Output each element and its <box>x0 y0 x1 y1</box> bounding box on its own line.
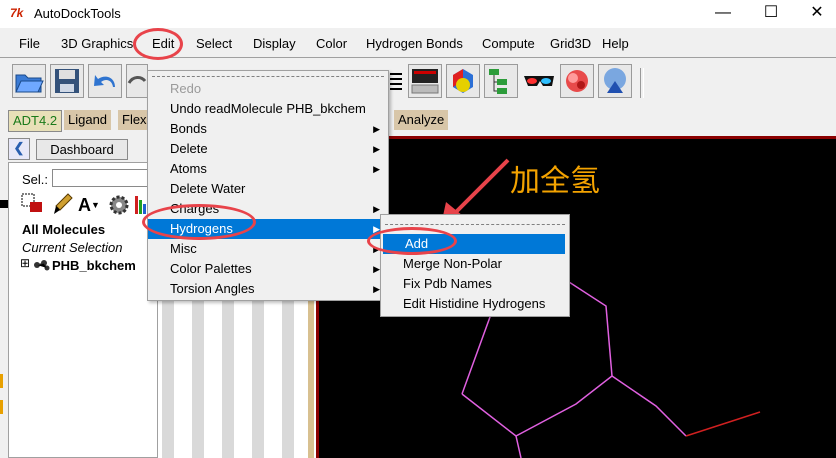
submenu-arrow-icon: ▶ <box>373 124 380 134</box>
undo-arrow-icon <box>94 75 115 87</box>
current-selection-label: Current Selection <box>22 240 123 255</box>
settings-button[interactable] <box>106 192 132 218</box>
menu-hydrogen-bonds[interactable]: Hydrogen Bonds <box>366 36 463 51</box>
edit-menu: Redo Undo readMolecule PHB_bkchem Bonds ▶… <box>147 70 389 301</box>
edit-menu-item-undo[interactable]: Undo readMolecule PHB_bkchem <box>148 99 386 119</box>
brush-button[interactable] <box>50 192 74 218</box>
hydrogens-submenu-item-edit-histidine[interactable]: Edit Histidine Hydrogens <box>381 294 567 314</box>
redo-button[interactable] <box>126 64 148 98</box>
highlight-ring-edit <box>133 28 183 60</box>
edit-menu-item-torsion-angles[interactable]: Torsion Angles ▶ <box>148 279 386 299</box>
clear-selection-button[interactable] <box>20 192 48 218</box>
molecule-icon <box>33 259 51 271</box>
toolbar-separator <box>640 68 644 98</box>
paint-brush-icon <box>54 193 73 214</box>
open-folder-button[interactable] <box>12 64 46 98</box>
menu-display[interactable]: Display <box>253 36 296 51</box>
monitor-icon <box>411 69 439 94</box>
hydrogens-submenu-item-fix-pdb-names[interactable]: Fix Pdb Names <box>381 274 567 294</box>
maximize-button[interactable]: ☐ <box>748 0 794 28</box>
save-icon <box>55 69 79 93</box>
menu-select[interactable]: Select <box>196 36 232 51</box>
dashboard-tab-button[interactable]: Dashboard <box>36 139 128 160</box>
collapse-panel-button[interactable]: ❮ <box>8 138 30 160</box>
minimize-button[interactable]: — <box>700 0 746 28</box>
app-icon: 7k <box>10 6 24 20</box>
submenu-arrow-icon: ▶ <box>373 284 380 294</box>
menu-file[interactable]: File <box>19 36 40 51</box>
3d-glasses-icon <box>524 76 554 86</box>
highlight-ring-hydrogens <box>142 204 256 240</box>
menu-color[interactable]: Color <box>316 36 347 51</box>
lines-icon <box>390 73 402 90</box>
tab-flex[interactable]: Flex <box>118 110 151 130</box>
edit-menu-item-redo[interactable]: Redo <box>148 79 386 99</box>
command-tabs: ADT4.2 Ligand Flex Analyze <box>0 108 836 132</box>
cpk-button[interactable] <box>446 64 480 98</box>
surface-button[interactable] <box>560 64 594 98</box>
toolbar <box>0 60 836 104</box>
edit-menu-item-delete-water[interactable]: Delete Water <box>148 179 386 199</box>
font-letter-icon: A <box>78 195 91 215</box>
tearoff-line[interactable] <box>152 76 384 77</box>
gear-icon <box>109 195 129 215</box>
menu-bar: File 3D Graphics Edit Select Display Col… <box>0 30 836 56</box>
undo-button[interactable] <box>88 64 122 98</box>
tab-adt42[interactable]: ADT4.2 <box>8 110 63 132</box>
title-bar: 7k AutoDockTools — ☐ ✕ <box>0 0 836 28</box>
molecule-tree-item[interactable]: PHB_bkchem <box>52 258 136 273</box>
stereo-button[interactable] <box>522 64 556 98</box>
selection-label: Sel.: <box>22 172 49 187</box>
tearoff-line[interactable] <box>385 224 565 225</box>
menu-grid3d[interactable]: Grid3D <box>550 36 591 51</box>
lines-button[interactable] <box>386 64 406 98</box>
tab-ligand[interactable]: Ligand <box>64 110 112 130</box>
close-button[interactable]: ✕ <box>794 0 836 28</box>
edge-marker <box>0 200 8 208</box>
submenu-arrow-icon: ▶ <box>373 144 380 154</box>
menu-help[interactable]: Help <box>602 36 629 51</box>
save-button[interactable] <box>50 64 84 98</box>
menu-compute[interactable]: Compute <box>482 36 535 51</box>
edit-menu-item-bonds[interactable]: Bonds ▶ <box>148 119 386 139</box>
tree-hierarchy-icon <box>489 69 507 94</box>
edit-menu-item-color-palettes[interactable]: Color Palettes ▶ <box>148 259 386 279</box>
tab-analyze[interactable]: Analyze <box>394 110 449 130</box>
selection-clear-icon <box>21 193 42 212</box>
pmv-logo-icon <box>604 68 626 93</box>
edit-menu-item-atoms[interactable]: Atoms ▶ <box>148 159 386 179</box>
submenu-arrow-icon: ▶ <box>373 164 380 174</box>
surface-blob-icon <box>566 70 588 92</box>
display-button[interactable] <box>408 64 442 98</box>
molecule-cube-icon <box>453 69 473 93</box>
chevron-left-icon: ❮ <box>13 140 25 155</box>
edit-menu-item-delete[interactable]: Delete ▶ <box>148 139 386 159</box>
selection-input[interactable] <box>52 169 156 187</box>
submenu-arrow-icon: ▶ <box>373 264 380 274</box>
redo-arrow-icon <box>127 76 147 84</box>
menu-divider <box>0 57 836 58</box>
all-molecules-label: All Molecules <box>22 222 106 237</box>
hydrogens-submenu-item-merge-non-polar[interactable]: Merge Non-Polar <box>381 254 567 274</box>
menu-3d-graphics[interactable]: 3D Graphics <box>61 36 133 51</box>
edit-menu-item-misc[interactable]: Misc ▶ <box>148 239 386 259</box>
dashboard-button[interactable] <box>484 64 518 98</box>
pmv-button[interactable] <box>598 64 632 98</box>
edge-decoration <box>0 370 4 430</box>
open-folder-icon <box>15 74 44 93</box>
expand-tree-icon[interactable]: ⊞ <box>20 256 30 270</box>
font-style-button[interactable]: A▼ <box>78 192 104 218</box>
submenu-arrow-icon: ▶ <box>373 204 380 214</box>
window-title: AutoDockTools <box>34 6 121 21</box>
highlight-ring-add <box>367 227 457 255</box>
